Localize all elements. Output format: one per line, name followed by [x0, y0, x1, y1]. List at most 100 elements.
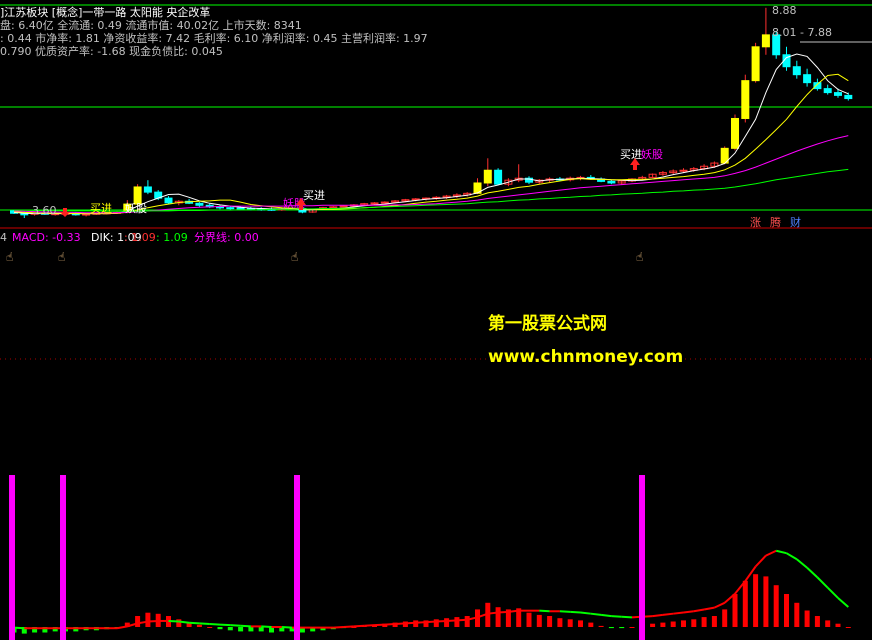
macd-bar: [629, 627, 635, 628]
dif-line-segment: [209, 622, 221, 626]
dif-line-segment: [559, 610, 571, 613]
macd-bar: [804, 610, 810, 627]
ratio-info: : 0.44 市净率: 1.81 净资收益率: 7.42 毛利率: 6.10 净…: [0, 31, 428, 45]
candle-body: [226, 207, 235, 210]
capital-info: 盘: 6.40亿 全流通: 0.49 流通市值: 40.02亿 上市天数: 83…: [0, 18, 302, 32]
dif-line-segment: [147, 619, 159, 623]
macd-bar: [536, 614, 542, 627]
dif-line-segment: [652, 613, 664, 618]
hand-cursor-icon: ☝: [6, 250, 13, 264]
macd-bar: [464, 616, 470, 627]
macd-bar: [598, 625, 604, 627]
hand-cursor-icon: ☝: [291, 250, 298, 264]
candle-body: [370, 202, 379, 205]
candle-body: [494, 169, 503, 185]
dif-line-segment: [374, 623, 385, 627]
dif-line-segment: [116, 625, 128, 630]
signal-marker-bar: [639, 475, 645, 640]
macd-bar: [763, 576, 769, 627]
dif-line-segment: [611, 615, 622, 618]
macd-bar: [526, 612, 532, 627]
dif-line-segment: [683, 610, 694, 614]
dif-line-segment: [539, 609, 550, 613]
dif-line-segment: [199, 622, 210, 625]
macd-bar: [650, 623, 656, 627]
dif-line-segment: [662, 612, 674, 616]
macd-bar: [711, 616, 717, 627]
dif-line-segment: [796, 558, 808, 569]
dif-line-segment: [415, 621, 427, 624]
macd-bar: [660, 622, 666, 627]
signal-marker-bar: [60, 475, 66, 640]
macd-bar: [784, 594, 789, 627]
macd-bar: [207, 627, 213, 628]
macd-histogram: [11, 549, 851, 634]
dif-line-segment: [806, 566, 819, 579]
candle-body: [339, 205, 348, 208]
red-line-value: : 1.09: [124, 231, 156, 244]
macd-bar: [557, 618, 563, 627]
signal-marker-bar: [9, 475, 15, 640]
candle-body: [143, 186, 152, 193]
candle-body: [236, 207, 245, 210]
dif-line-segment: [240, 624, 251, 628]
boundary-value: 分界线: 0.00: [194, 230, 259, 244]
macd-bar: [248, 627, 254, 632]
macd-bar: [196, 624, 202, 627]
macd-bar: [454, 617, 460, 627]
dif-line-segment: [13, 626, 25, 630]
dif-line-segment: [261, 625, 272, 628]
candle-body: [792, 66, 801, 76]
macd-bar: [701, 617, 707, 627]
candle-body: [329, 206, 338, 209]
dif-line-segment: [230, 624, 241, 627]
candle-body: [823, 88, 832, 94]
dif-line-segment: [508, 609, 519, 613]
macd-bar: [495, 607, 501, 627]
dif-line-segment: [570, 610, 581, 614]
badge-cai: 财: [790, 215, 801, 229]
macd-bar: [578, 620, 583, 627]
dif-line-segment: [405, 621, 416, 625]
macd-bar: [814, 616, 820, 627]
dif-line-segment: [436, 619, 447, 623]
hand-cursor-icon: ☝: [58, 250, 65, 264]
dif-line-segment: [703, 606, 715, 611]
dif-line-segment: [498, 610, 509, 614]
candle-body: [751, 46, 760, 82]
candle-body: [834, 92, 842, 96]
dif-line-segment: [353, 624, 365, 628]
dif-line-segment: [713, 601, 726, 609]
dif-line-segment: [168, 619, 179, 623]
macd-bar: [238, 627, 244, 632]
candle-body: [607, 180, 616, 184]
dif-line-segment: [343, 625, 354, 628]
candle-body: [741, 80, 750, 119]
dif-line-segment: [837, 597, 849, 608]
candle-body: [483, 169, 492, 184]
macd-bar: [258, 627, 264, 632]
signal-markers: [9, 475, 645, 640]
macd-bar: [135, 616, 141, 627]
dif-line-segment: [446, 619, 457, 622]
dif-line-segment: [281, 626, 293, 629]
macd-bar: [670, 621, 676, 627]
signal-label: 妖股: [641, 147, 663, 161]
dif-line-segment: [785, 552, 798, 561]
dif-line-segment: [384, 622, 396, 626]
candle-body: [380, 201, 389, 204]
dif-line-segment: [590, 612, 602, 616]
dif-line-segment: [693, 608, 705, 613]
green-line-value: : 1.09: [156, 231, 188, 244]
candle-body: [813, 82, 822, 90]
dif-line-segment: [189, 621, 200, 625]
dif-line-segment: [826, 586, 839, 599]
candle-body: [844, 94, 853, 100]
dif-line-segment: [621, 615, 633, 619]
indicator-prefix: 4: [0, 231, 7, 244]
dif-line-segment: [765, 549, 777, 557]
macd-bar: [835, 623, 841, 627]
badge-zhang: 涨: [750, 216, 761, 229]
dif-line-segment: [425, 620, 437, 624]
signal-label: 买进: [620, 148, 642, 161]
